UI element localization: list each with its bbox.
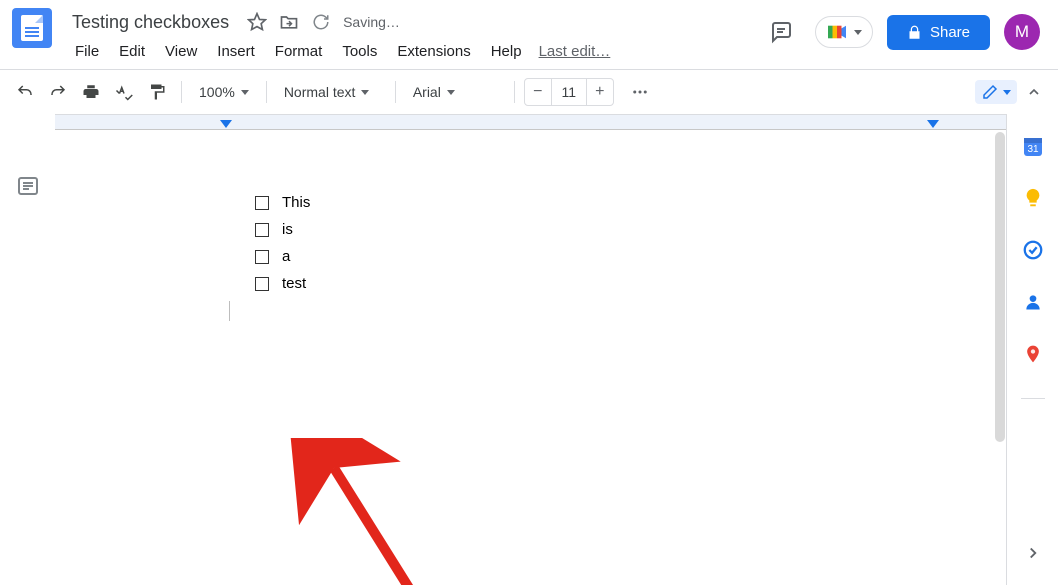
zoom-value: 100% <box>199 84 235 100</box>
calendar-icon[interactable]: 31 <box>1021 134 1045 158</box>
font-size-value[interactable]: 11 <box>551 79 587 105</box>
print-button[interactable] <box>76 77 106 107</box>
svg-text:31: 31 <box>1027 144 1039 155</box>
checklist-item[interactable]: test <box>255 270 836 297</box>
checkbox-icon[interactable] <box>255 223 269 237</box>
font-size-control: − 11 + <box>524 78 614 106</box>
indent-end-marker[interactable] <box>927 120 939 128</box>
redo-button[interactable] <box>43 77 73 107</box>
share-button-label: Share <box>930 24 970 41</box>
menu-format[interactable]: Format <box>266 39 332 64</box>
star-icon[interactable] <box>247 12 267 32</box>
chevron-down-icon <box>1003 90 1011 95</box>
toolbar: 100% Normal text Arial − 11 + <box>0 70 1058 114</box>
tasks-icon[interactable] <box>1021 238 1045 262</box>
chevron-down-icon <box>854 30 862 35</box>
document-page[interactable]: This is a test <box>55 154 1006 585</box>
font-size-increase[interactable]: + <box>587 79 613 105</box>
checklist-text[interactable]: a <box>282 243 290 270</box>
editing-mode-dropdown[interactable] <box>975 80 1017 104</box>
meet-button[interactable] <box>815 16 873 48</box>
menu-extensions[interactable]: Extensions <box>388 39 479 64</box>
vertical-scrollbar[interactable] <box>995 132 1005 442</box>
move-icon[interactable] <box>279 12 299 32</box>
checkbox-icon[interactable] <box>255 196 269 210</box>
menu-view[interactable]: View <box>156 39 206 64</box>
saving-status: Saving… <box>343 14 400 30</box>
docs-app-icon[interactable] <box>12 8 52 48</box>
contacts-icon[interactable] <box>1021 290 1045 314</box>
checkbox-icon[interactable] <box>255 277 269 291</box>
checklist-text[interactable]: is <box>282 216 293 243</box>
ruler[interactable] <box>55 114 1006 130</box>
menu-bar: File Edit View Insert Format Tools Exten… <box>66 39 761 64</box>
font-size-decrease[interactable]: − <box>525 79 551 105</box>
menu-tools[interactable]: Tools <box>333 39 386 64</box>
paragraph-style-value: Normal text <box>284 84 356 100</box>
font-family-value: Arial <box>413 84 441 100</box>
more-toolbar-button[interactable] <box>625 77 655 107</box>
text-cursor <box>229 301 230 321</box>
indent-start-marker[interactable] <box>220 120 232 128</box>
chevron-down-icon <box>447 90 455 95</box>
last-edit-link[interactable]: Last edit… <box>539 43 611 60</box>
checklist-item[interactable]: a <box>255 243 836 270</box>
menu-insert[interactable]: Insert <box>208 39 264 64</box>
zoom-dropdown[interactable]: 100% <box>191 77 257 107</box>
paragraph-style-dropdown[interactable]: Normal text <box>276 77 386 107</box>
undo-button[interactable] <box>10 77 40 107</box>
document-outline-icon[interactable] <box>14 172 42 200</box>
menu-file[interactable]: File <box>66 39 108 64</box>
document-title[interactable]: Testing checkboxes <box>66 10 235 35</box>
side-panel: 31 <box>1006 114 1058 585</box>
font-family-dropdown[interactable]: Arial <box>405 77 505 107</box>
chevron-down-icon <box>241 90 249 95</box>
document-area[interactable]: This is a test <box>55 114 1006 585</box>
cloud-sync-icon <box>311 12 331 32</box>
paint-format-button[interactable] <box>142 77 172 107</box>
checklist-text[interactable]: This <box>282 189 310 216</box>
keep-icon[interactable] <box>1021 186 1045 210</box>
menu-help[interactable]: Help <box>482 39 531 64</box>
comments-history-icon[interactable] <box>761 12 801 52</box>
menu-edit[interactable]: Edit <box>110 39 154 64</box>
checklist-text[interactable]: test <box>282 270 306 297</box>
checkbox-icon[interactable] <box>255 250 269 264</box>
collapse-toolbar-button[interactable] <box>1020 78 1048 106</box>
spellcheck-button[interactable] <box>109 77 139 107</box>
account-avatar[interactable]: M <box>1004 14 1040 50</box>
checklist-item[interactable]: is <box>255 216 836 243</box>
show-side-panel-button[interactable] <box>1021 541 1045 565</box>
share-button[interactable]: Share <box>887 15 990 50</box>
chevron-down-icon <box>361 90 369 95</box>
checklist-item[interactable]: This <box>255 189 836 216</box>
maps-icon[interactable] <box>1021 342 1045 366</box>
